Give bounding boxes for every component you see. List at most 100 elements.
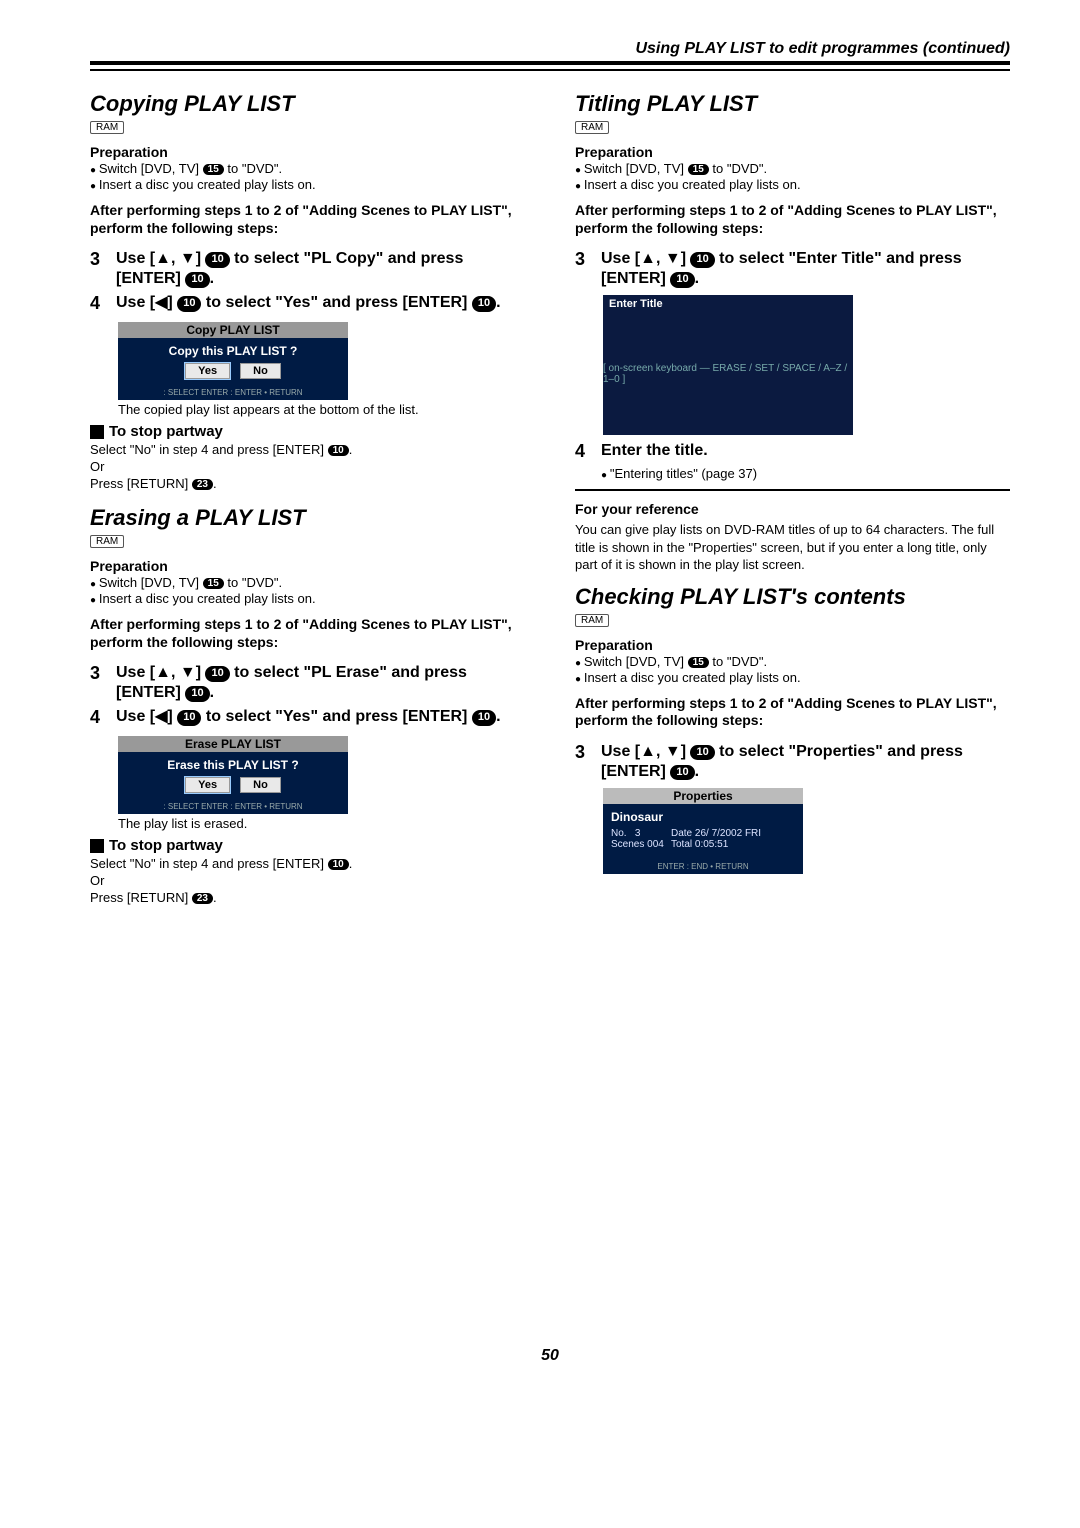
preparation-heading: Preparation xyxy=(575,144,1010,160)
prep-line: Insert a disc you created play lists on. xyxy=(575,670,1010,685)
reference-heading: For your reference xyxy=(575,501,1010,517)
prep-line: Switch [DVD, TV] 15 to "DVD". xyxy=(90,161,525,176)
stop-partway-heading: To stop partway xyxy=(90,837,525,854)
text: . xyxy=(496,708,500,725)
step-number: 3 xyxy=(90,663,116,703)
text: Press [RETURN] xyxy=(90,476,192,491)
reference-body: You can give play lists on DVD-RAM title… xyxy=(575,521,1010,574)
properties-panel: Properties Dinosaur No. 3 Date 26/ 7/200… xyxy=(603,788,803,874)
ram-badge: RAM xyxy=(575,614,609,627)
step-number: 3 xyxy=(575,742,601,782)
text: to "DVD". xyxy=(712,654,767,669)
text: Switch [DVD, TV] xyxy=(99,575,199,590)
prep-line: Switch [DVD, TV] 15 to "DVD". xyxy=(575,654,1010,669)
step-list: 3 Use [▲, ▼] 10 to select "PL Erase" and… xyxy=(90,663,525,728)
text: to "DVD". xyxy=(227,575,282,590)
text: . xyxy=(210,270,214,287)
ref-bubble-10: 10 xyxy=(177,710,201,726)
step-3: 3 Use [▲, ▼] 10 to select "Properties" a… xyxy=(575,742,1010,782)
dialog-title: Copy PLAY LIST xyxy=(118,322,348,338)
properties-title: Properties xyxy=(603,788,803,804)
right-column: Titling PLAY LIST RAM Preparation Switch… xyxy=(575,89,1010,907)
value: Date 26/ 7/2002 FRI xyxy=(671,828,761,839)
text: . xyxy=(213,890,217,905)
ref-bubble-10: 10 xyxy=(670,765,694,781)
ref-bubble-10: 10 xyxy=(472,710,496,726)
text: Use [▲, ▼] xyxy=(601,743,690,760)
dialog-body: Erase this PLAY LIST ? Yes No xyxy=(118,752,348,796)
stop-or: Or xyxy=(90,873,525,888)
table-row: No. 3 Date 26/ 7/2002 FRI xyxy=(611,828,795,839)
text: Press [RETURN] xyxy=(90,890,192,905)
step-sub: "Entering titles" (page 37) xyxy=(601,466,1010,481)
text: To stop partway xyxy=(109,837,223,854)
step-number: 4 xyxy=(90,293,116,314)
text: to "DVD". xyxy=(712,161,767,176)
erase-dialog: Erase PLAY LIST Erase this PLAY LIST ? Y… xyxy=(118,736,348,814)
prep-line: Insert a disc you created play lists on. xyxy=(90,177,525,192)
ref-bubble-15: 15 xyxy=(688,657,709,668)
ref-bubble-10: 10 xyxy=(328,445,349,456)
dialog-footer: : SELECT ENTER : ENTER • RETURN xyxy=(118,796,348,814)
no-button: No xyxy=(240,363,281,379)
properties-footer: ENTER : END • RETURN xyxy=(603,856,803,874)
ram-badge: RAM xyxy=(90,121,124,134)
ram-badge: RAM xyxy=(575,121,609,134)
dialog-title: Erase PLAY LIST xyxy=(118,736,348,752)
ref-bubble-10: 10 xyxy=(690,252,714,268)
dialog-footer: : SELECT ENTER : ENTER • RETURN xyxy=(118,382,348,400)
dialog-body: Copy this PLAY LIST ? Yes No xyxy=(118,338,348,382)
step-4: 4 Use [◀] 10 to select "Yes" and press [… xyxy=(90,293,525,314)
enter-title-screen: Enter Title [ on-screen keyboard — ERASE… xyxy=(603,295,853,435)
prep-line: Insert a disc you created play lists on. xyxy=(90,591,525,606)
ref-bubble-15: 15 xyxy=(203,164,224,175)
divider xyxy=(90,61,1010,65)
label: No. 3 xyxy=(611,828,671,839)
label: Scenes 004 xyxy=(611,839,671,850)
section-title-titling: Titling PLAY LIST xyxy=(575,91,1010,117)
divider xyxy=(90,69,1010,71)
step-number: 3 xyxy=(575,249,601,289)
step-note: The play list is erased. xyxy=(118,816,525,831)
text: Select "No" in step 4 and press [ENTER] xyxy=(90,856,328,871)
prep-line: Switch [DVD, TV] 15 to "DVD". xyxy=(575,161,1010,176)
text: . xyxy=(210,684,214,701)
step-list: 4 Enter the title. xyxy=(575,441,1010,462)
properties-body: Dinosaur No. 3 Date 26/ 7/2002 FRI Scene… xyxy=(603,804,803,856)
no-button: No xyxy=(240,777,281,793)
text: . xyxy=(695,270,699,287)
text: Use [▲, ▼] xyxy=(116,664,205,681)
dialog-buttons: Yes No xyxy=(118,363,348,379)
step-body: Use [▲, ▼] 10 to select "Enter Title" an… xyxy=(601,249,1010,289)
ref-bubble-15: 15 xyxy=(688,164,709,175)
step-body: Use [◀] 10 to select "Yes" and press [EN… xyxy=(116,707,525,728)
step-number: 4 xyxy=(575,441,601,462)
text: . xyxy=(349,442,353,457)
step-body: Use [▲, ▼] 10 to select "PL Copy" and pr… xyxy=(116,249,525,289)
columns: Copying PLAY LIST RAM Preparation Switch… xyxy=(90,89,1010,907)
preparation-heading: Preparation xyxy=(575,637,1010,653)
ref-bubble-15: 15 xyxy=(203,578,224,589)
section-title-checking: Checking PLAY LIST's contents xyxy=(575,584,1010,610)
step-body: Use [▲, ▼] 10 to select "Properties" and… xyxy=(601,742,1010,782)
prep-line: Insert a disc you created play lists on. xyxy=(575,177,1010,192)
step-list: 3 Use [▲, ▼] 10 to select "PL Copy" and … xyxy=(90,249,525,314)
page-header: Using PLAY LIST to edit programmes (cont… xyxy=(90,40,1010,58)
instruction-paragraph: After performing steps 1 to 2 of "Adding… xyxy=(90,616,525,651)
step-note: The copied play list appears at the bott… xyxy=(118,402,525,417)
section-title-erasing: Erasing a PLAY LIST xyxy=(90,505,525,531)
preparation-heading: Preparation xyxy=(90,558,525,574)
ref-bubble-10: 10 xyxy=(472,296,496,312)
step-number: 3 xyxy=(90,249,116,289)
text: Use [◀] xyxy=(116,294,177,311)
text: Switch [DVD, TV] xyxy=(584,654,684,669)
section-title-copying: Copying PLAY LIST xyxy=(90,91,525,117)
square-icon xyxy=(90,839,104,853)
text: Use [▲, ▼] xyxy=(601,250,690,267)
step-4: 4 Enter the title. xyxy=(575,441,1010,462)
step-4: 4 Use [◀] 10 to select "Yes" and press [… xyxy=(90,707,525,728)
copy-dialog: Copy PLAY LIST Copy this PLAY LIST ? Yes… xyxy=(118,322,348,400)
step-3: 3 Use [▲, ▼] 10 to select "Enter Title" … xyxy=(575,249,1010,289)
ram-badge: RAM xyxy=(90,535,124,548)
instruction-paragraph: After performing steps 1 to 2 of "Adding… xyxy=(575,695,1010,730)
